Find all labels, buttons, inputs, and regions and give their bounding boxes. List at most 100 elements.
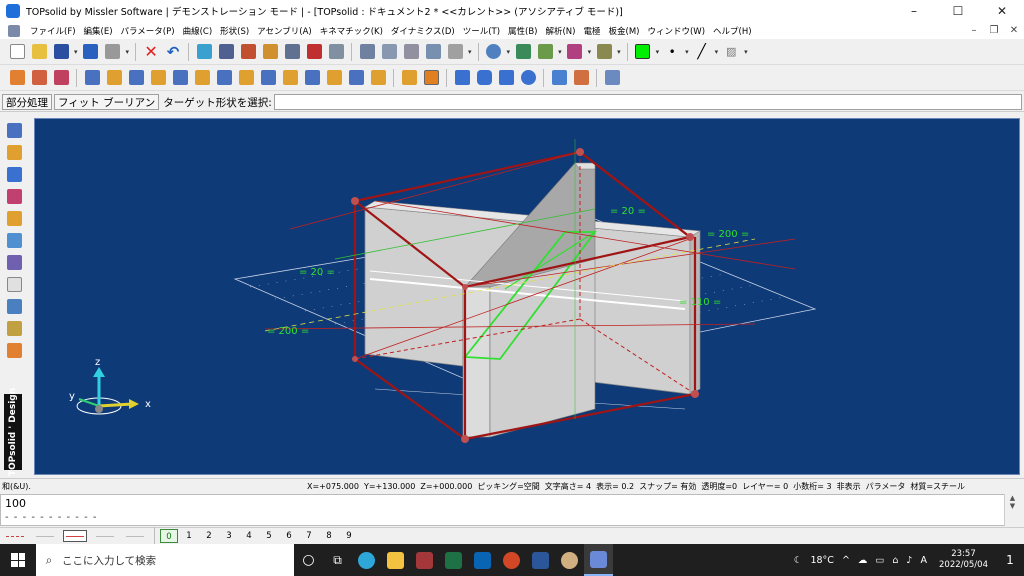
curve-icon[interactable] [4,142,24,162]
line-style-solid[interactable] [3,530,27,542]
shape-icon[interactable] [4,164,24,184]
mdi-minimize-button[interactable]: – [964,25,984,36]
status-material[interactable]: 材質=スチール [910,481,965,492]
line-style-selected[interactable] [63,530,87,542]
partial-process-button[interactable]: 部分処理 [2,94,52,110]
battery-icon[interactable]: ▭ [875,555,884,566]
mold-icon[interactable] [4,296,24,316]
chevron-down-icon[interactable]: ▾ [617,48,621,56]
edge-browser-icon[interactable] [352,544,381,576]
layer-0-button[interactable]: 0 [160,529,178,543]
hook-icon[interactable] [423,42,443,62]
point-style-icon[interactable]: • [662,42,682,62]
fillet-icon[interactable] [236,68,256,88]
magnet-icon[interactable] [304,42,324,62]
cycle-icon[interactable] [602,68,622,88]
cylinder-primitive-icon[interactable] [474,68,494,88]
close-button[interactable]: ✕ [980,0,1024,22]
cut-tool-icon[interactable] [216,42,236,62]
trim-icon[interactable] [379,42,399,62]
sphere-primitive-icon[interactable] [518,68,538,88]
taskbar-search[interactable]: ⌕ ここに入力して検索 [36,544,294,576]
cylinder-shape-icon[interactable] [29,68,49,88]
tolerance-icon[interactable] [4,274,24,294]
menu-window[interactable]: ウィンドウ(W) [643,25,709,37]
info-icon[interactable] [81,42,101,62]
dimension-label[interactable]: = 200 = [267,326,309,337]
scissors-icon[interactable] [357,42,377,62]
status-snap[interactable]: スナップ= 有効 [639,481,696,492]
powerpoint-icon[interactable] [497,544,526,576]
access-icon[interactable] [410,544,439,576]
line-style-icon[interactable]: ╱ [692,42,712,62]
menu-dynamics[interactable]: ダイナミクス(D) [387,25,459,37]
cone-primitive-icon[interactable] [496,68,516,88]
pencil-icon[interactable] [4,120,24,140]
network-icon[interactable]: ⌂ [892,555,898,566]
layer-8-button[interactable]: 8 [320,529,338,543]
clock[interactable]: 23:57 2022/05/04 [939,549,988,571]
measure-icon[interactable] [445,42,465,62]
view-cube-icon[interactable] [535,42,555,62]
drawing-icon[interactable] [4,340,24,360]
onedrive-icon[interactable]: ☁ [858,555,868,566]
mirror-icon[interactable] [368,68,388,88]
layer-7-button[interactable]: 7 [300,529,318,543]
chevron-down-icon[interactable]: ▾ [126,48,130,56]
start-button[interactable] [0,544,36,576]
part-icon[interactable] [4,318,24,338]
chevron-down-icon[interactable]: ▾ [468,48,472,56]
menu-sheet-metal[interactable]: 板金(M) [605,25,644,37]
status-decimals[interactable]: 小数桁= 3 [793,481,831,492]
menu-electrode[interactable]: 電極 [579,25,604,37]
notification-icon[interactable]: 1 [996,553,1024,567]
mdi-restore-button[interactable]: ❐ [984,25,1004,36]
viewport-canvas[interactable]: = 20 = = 200 = = 20 = = 200 = = 110 = z … [35,119,1021,476]
menu-assembly[interactable]: アセンブリ(A) [253,25,316,37]
chevron-down-icon[interactable]: ▾ [558,48,562,56]
gear-shape-icon[interactable] [7,68,27,88]
text-output-area[interactable]: 100 - - - - - - - - - - - ▲ ▼ [0,494,1020,526]
ime-indicator[interactable]: A [921,555,928,566]
point-icon[interactable] [4,208,24,228]
task-view-icon[interactable]: ⧉ [323,544,352,576]
print-icon[interactable] [103,42,123,62]
dimension-label[interactable]: = 20 = [610,206,646,217]
layer-2-button[interactable]: 2 [200,529,218,543]
dimension-label[interactable]: = 20 = [299,267,335,278]
file-explorer-icon[interactable] [381,544,410,576]
volume-icon[interactable]: ♪ [906,555,912,566]
menu-shapes[interactable]: 形状(S) [216,25,253,37]
paint-icon[interactable] [555,544,584,576]
boolean-shape-icon[interactable] [51,68,71,88]
surface-icon[interactable] [549,68,569,88]
chevron-down-icon[interactable]: ▾ [656,48,660,56]
sweep-icon[interactable] [126,68,146,88]
chevron-up-icon[interactable]: ^ [842,555,850,566]
3d-viewport[interactable]: = 20 = = 200 = = 20 = = 200 = = 110 = z … [34,118,1020,475]
wrench-icon[interactable] [282,42,302,62]
fit-view-icon[interactable] [513,42,533,62]
chevron-down-icon[interactable]: ▾ [744,48,748,56]
outlook-icon[interactable] [468,544,497,576]
menu-help[interactable]: ヘルプ(H) [709,25,756,37]
line-style-dashed[interactable] [33,530,57,542]
section-icon[interactable] [594,42,614,62]
moon-weather-icon[interactable]: ☾ [794,555,803,566]
chamfer-icon[interactable] [258,68,278,88]
status-layer[interactable]: レイヤー= 0 [742,481,788,492]
draft-icon[interactable] [280,68,300,88]
frame-icon[interactable] [4,230,24,250]
status-transparency[interactable]: 透明度=0 [701,481,737,492]
solid-shape[interactable] [364,162,701,438]
output-scrollbar[interactable]: ▲ ▼ [1004,494,1020,526]
color-swatch-icon[interactable] [633,42,653,62]
menu-analysis[interactable]: 解析(N) [541,25,579,37]
excel-icon[interactable] [439,544,468,576]
chevron-down-icon[interactable]: ▾ [507,48,511,56]
loft-icon[interactable] [148,68,168,88]
menu-parameters[interactable]: パラメータ(P) [117,25,179,37]
document-icon[interactable] [8,24,20,37]
zoom-icon[interactable] [484,42,504,62]
maximize-button[interactable]: ☐ [936,0,980,22]
